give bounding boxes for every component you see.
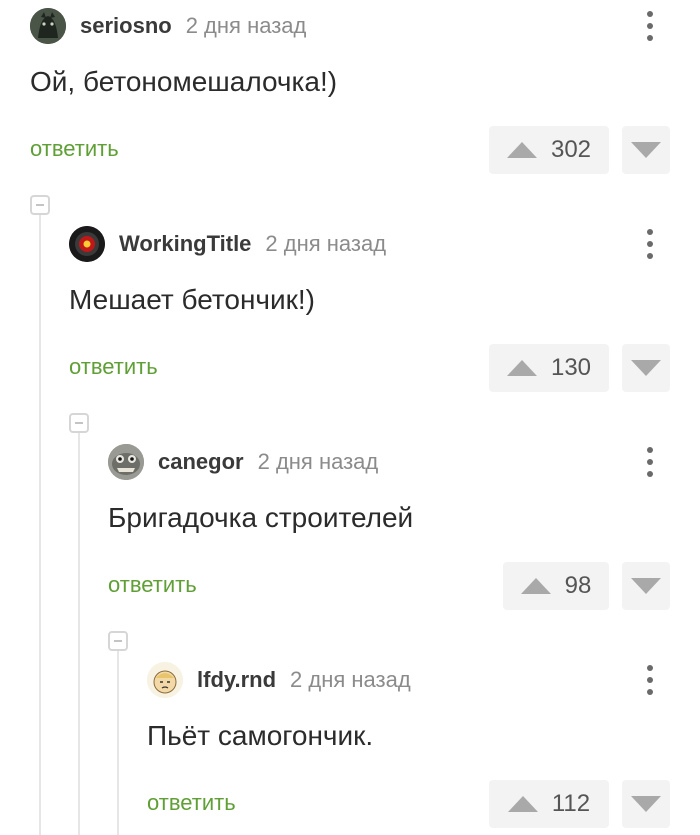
comment-header: WorkingTitle 2 дня назад — [69, 224, 386, 264]
red-eye-avatar-icon — [69, 226, 105, 262]
reply-button[interactable]: ответить — [147, 790, 236, 816]
cartoon-face-avatar-icon — [147, 662, 183, 698]
comment-text: Бригадочка строителей — [108, 502, 414, 533]
avatar[interactable] — [108, 444, 144, 480]
reply-button[interactable]: ответить — [30, 136, 119, 162]
collapse-thread-button[interactable] — [69, 413, 89, 433]
dark-creature-avatar-icon — [30, 8, 66, 44]
timestamp[interactable]: 2 дня назад — [186, 13, 307, 39]
comment: canegor 2 дня назад Бригадочка строителе… — [108, 442, 700, 617]
rating-count: 130 — [550, 354, 592, 381]
upvote-button[interactable]: 302 — [489, 126, 609, 174]
avatar[interactable] — [30, 8, 66, 44]
avatar[interactable] — [147, 662, 183, 698]
thread-line-level-3 — [117, 651, 119, 835]
avatar[interactable] — [69, 226, 105, 262]
arrow-down-icon — [631, 578, 661, 594]
more-options-icon[interactable] — [640, 8, 660, 44]
comment-header: canegor 2 дня назад — [108, 442, 378, 482]
comment: WorkingTitle 2 дня назад Мешает бетончик… — [69, 224, 700, 399]
username[interactable]: canegor — [158, 449, 244, 475]
downvote-button[interactable] — [622, 344, 670, 392]
arrow-down-icon — [631, 796, 661, 812]
arrow-up-icon — [520, 578, 551, 594]
timestamp[interactable]: 2 дня назад — [290, 667, 411, 693]
timestamp[interactable]: 2 дня назад — [265, 231, 386, 257]
comment: seriosno 2 дня назад Ой, бетономешалочка… — [30, 6, 700, 181]
downvote-button[interactable] — [622, 562, 670, 610]
arrow-up-icon — [506, 360, 537, 376]
grey-creature-avatar-icon — [108, 444, 144, 480]
upvote-button[interactable]: 98 — [503, 562, 609, 610]
arrow-down-icon — [631, 142, 661, 158]
arrow-up-icon — [507, 796, 538, 812]
comment: lfdy.rnd 2 дня назад Пьёт самогончик. от… — [147, 660, 700, 835]
comment-text: Ой, бетономешалочка!) — [30, 66, 338, 97]
comment-header: seriosno 2 дня назад — [30, 6, 306, 46]
more-options-icon[interactable] — [640, 444, 660, 480]
comment-text: Пьёт самогончик. — [147, 720, 374, 751]
collapse-thread-button[interactable] — [30, 195, 50, 215]
username[interactable]: WorkingTitle — [119, 231, 251, 257]
reply-button[interactable]: ответить — [108, 572, 197, 598]
thread-line-level-2 — [78, 433, 80, 835]
rating-count: 112 — [551, 790, 591, 817]
collapse-thread-button[interactable] — [108, 631, 128, 651]
arrow-down-icon — [631, 360, 661, 376]
comment-text: Мешает бетончик!) — [69, 284, 315, 315]
thread-line-level-1 — [39, 215, 41, 835]
rating-count: 302 — [550, 136, 592, 163]
timestamp[interactable]: 2 дня назад — [258, 449, 379, 475]
comment-header: lfdy.rnd 2 дня назад — [147, 660, 411, 700]
more-options-icon[interactable] — [640, 226, 660, 262]
downvote-button[interactable] — [622, 126, 670, 174]
reply-button[interactable]: ответить — [69, 354, 158, 380]
downvote-button[interactable] — [622, 780, 670, 828]
rating-count: 98 — [564, 572, 592, 599]
upvote-button[interactable]: 112 — [489, 780, 609, 828]
username[interactable]: seriosno — [80, 13, 172, 39]
arrow-up-icon — [506, 142, 537, 158]
upvote-button[interactable]: 130 — [489, 344, 609, 392]
username[interactable]: lfdy.rnd — [197, 667, 276, 693]
more-options-icon[interactable] — [640, 662, 660, 698]
